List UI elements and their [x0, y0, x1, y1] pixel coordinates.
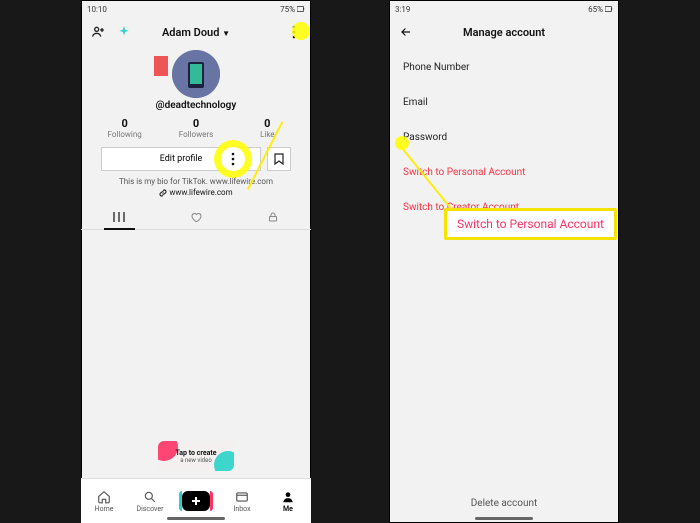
- tap-to-create-card[interactable]: Tap to create a new video: [158, 441, 234, 471]
- avatar[interactable]: [172, 50, 220, 98]
- status-battery: 65%: [588, 5, 603, 14]
- item-phone-number[interactable]: Phone Number: [403, 50, 605, 85]
- bio-text: This is my bio for TikTok. www.lifewire.…: [81, 177, 311, 186]
- tab-private[interactable]: [234, 205, 311, 229]
- status-bar: 10:10 75%: [81, 0, 311, 18]
- manage-header: Manage account: [389, 18, 619, 46]
- nav-me[interactable]: Me: [265, 479, 311, 523]
- bio-link[interactable]: www.lifewire.com: [81, 188, 311, 197]
- tap-to-create-sub: a new video: [180, 457, 212, 464]
- status-bar: 3:19 65%: [389, 0, 619, 18]
- sparkle-icon[interactable]: [115, 23, 133, 41]
- back-button[interactable]: [397, 23, 415, 41]
- username: @deadtechnology: [81, 100, 311, 111]
- tab-grid[interactable]: [81, 205, 158, 229]
- highlight-circle-inner: [221, 147, 245, 171]
- status-icons: 65%: [588, 5, 613, 14]
- nav-inbox[interactable]: Inbox: [219, 479, 265, 523]
- battery-icon: [605, 5, 613, 13]
- status-time: 10:10: [87, 5, 107, 14]
- bookmark-button[interactable]: [267, 147, 291, 171]
- stat-likes[interactable]: 0 Like: [232, 115, 303, 141]
- nav-discover[interactable]: Discover: [127, 479, 173, 523]
- stats-row: 0 Following 0 Followers 0 Like: [89, 115, 303, 141]
- bottom-nav: Home Discover Inbox Me: [81, 478, 311, 523]
- content-tabs: [81, 205, 311, 230]
- nav-home[interactable]: Home: [81, 479, 127, 523]
- nav-handle: [167, 517, 225, 520]
- status-icons: 75%: [280, 5, 305, 14]
- profile-header: Adam Doud ▼: [81, 18, 311, 46]
- stat-following[interactable]: 0 Following: [89, 115, 160, 141]
- phone-profile: 10:10 75% Adam Doud ▼: [81, 0, 311, 523]
- phone-manage-account: 3:19 65% Manage account Phone Number Ema…: [389, 0, 619, 523]
- manage-list: Phone Number Email Password Switch to Pe…: [389, 46, 619, 229]
- delete-account[interactable]: Delete account: [389, 498, 619, 509]
- item-email[interactable]: Email: [403, 85, 605, 120]
- nav-handle: [475, 517, 533, 520]
- tooltip-switch-personal: Switch to Personal Account: [444, 208, 617, 240]
- item-password[interactable]: Password: [403, 120, 605, 155]
- tab-liked[interactable]: [158, 205, 235, 229]
- avatar-accessory: [154, 56, 168, 76]
- tap-to-create-title: Tap to create: [175, 449, 216, 457]
- status-battery: 75%: [280, 5, 295, 14]
- plus-icon: [182, 491, 210, 511]
- stage: 10:10 75% Adam Doud ▼: [0, 0, 700, 523]
- highlight-circle-small: [292, 22, 310, 40]
- add-friend-icon[interactable]: [89, 23, 107, 41]
- highlight-dot: [395, 136, 409, 150]
- manage-title: Manage account: [389, 26, 619, 39]
- battery-icon: [297, 5, 305, 13]
- stat-followers[interactable]: 0 Followers: [160, 115, 231, 141]
- status-time: 3:19: [395, 5, 410, 14]
